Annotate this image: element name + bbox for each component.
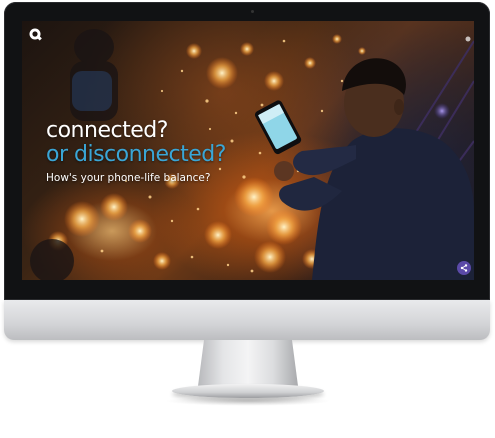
camera-dot [251, 10, 254, 13]
monitor-stand-base [172, 384, 324, 398]
quint-q-logo-icon[interactable] [28, 27, 44, 43]
share-button[interactable] [457, 261, 471, 275]
share-icon [460, 264, 468, 272]
headline-connected: connected? [46, 118, 168, 143]
monitor-stand-neck [198, 340, 298, 386]
corner-indicator-icon [465, 36, 471, 42]
monitor-screen: connected? or disconnected? How's your p… [22, 21, 474, 280]
headline-disconnected: or disconnected? [46, 142, 226, 167]
monitor-chin [4, 300, 490, 340]
hero-headline-block: connected? or disconnected? How's your p… [46, 119, 286, 185]
desktop-monitor-mockup: connected? or disconnected? How's your p… [0, 0, 495, 438]
subheadline: How's your phone-life balance? [46, 172, 211, 184]
